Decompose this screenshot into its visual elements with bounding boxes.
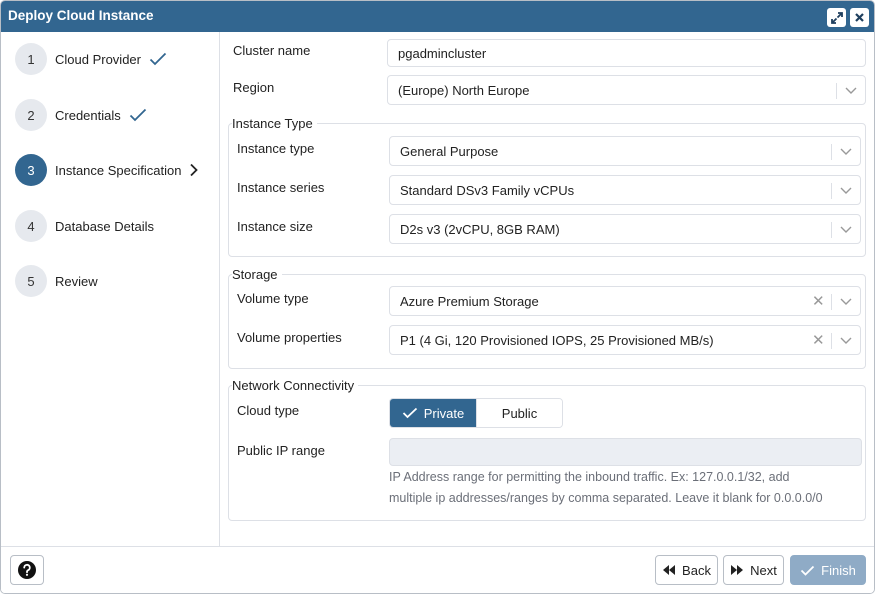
dialog-title: Deploy Cloud Instance bbox=[8, 8, 154, 23]
wizard-steps-sidebar: 1 Cloud Provider 2 Credentials 3 Instanc… bbox=[1, 32, 220, 546]
cloud-type-private-option[interactable]: Private bbox=[390, 399, 476, 427]
back-button[interactable]: Back bbox=[655, 555, 718, 585]
chevron-down-icon bbox=[840, 298, 852, 305]
step-instance-specification[interactable]: 3 Instance Specification bbox=[15, 154, 215, 186]
storage-legend: Storage bbox=[232, 267, 282, 282]
chevron-down-icon bbox=[845, 87, 857, 94]
select-separator bbox=[831, 222, 832, 238]
help-line-1: IP Address range for permitting the inbo… bbox=[389, 470, 790, 484]
question-circle-icon bbox=[18, 561, 36, 579]
instance-size-value: D2s v3 (2vCPU, 8GB RAM) bbox=[400, 222, 560, 237]
backward-icon bbox=[663, 565, 676, 575]
select-separator bbox=[836, 83, 837, 99]
chevron-down-icon bbox=[840, 226, 852, 233]
cloud-type-toggle: Private Public bbox=[389, 398, 563, 428]
expand-icon bbox=[830, 11, 843, 24]
chevron-down-icon bbox=[840, 337, 852, 344]
chevron-down-icon bbox=[840, 187, 852, 194]
step-label: Credentials bbox=[55, 107, 121, 123]
volume-type-value: Azure Premium Storage bbox=[400, 294, 539, 309]
instance-series-value: Standard DSv3 Family vCPUs bbox=[400, 183, 575, 198]
forward-icon bbox=[731, 565, 744, 575]
public-ip-range-help: IP Address range for permitting the inbo… bbox=[389, 467, 859, 509]
back-button-label: Back bbox=[682, 562, 711, 578]
select-separator bbox=[831, 294, 832, 310]
region-select[interactable]: (Europe) North Europe bbox=[387, 75, 866, 105]
instance-type-select[interactable]: General Purpose bbox=[389, 136, 861, 166]
instance-series-select[interactable]: Standard DSv3 Family vCPUs bbox=[389, 175, 861, 205]
network-connectivity-legend: Network Connectivity bbox=[232, 378, 359, 393]
next-button-label: Next bbox=[750, 562, 777, 578]
next-button[interactable]: Next bbox=[723, 555, 784, 585]
cloud-type-public-label: Public bbox=[501, 405, 538, 421]
cluster-name-value: pgadmincluster bbox=[398, 46, 487, 61]
instance-type-value: General Purpose bbox=[400, 144, 499, 159]
deploy-cloud-instance-dialog: Deploy Cloud Instance 1 Cloud Provider 2… bbox=[0, 0, 875, 594]
step-review[interactable]: 5 Review bbox=[15, 265, 215, 297]
dialog-titlebar[interactable]: Deploy Cloud Instance bbox=[1, 1, 874, 32]
select-separator bbox=[831, 144, 832, 160]
select-separator bbox=[831, 333, 832, 349]
public-ip-range-label: Public IP range bbox=[237, 443, 325, 458]
volume-type-select[interactable]: Azure Premium Storage ✕ bbox=[389, 286, 861, 316]
chevron-right-icon bbox=[189, 163, 199, 177]
cloud-type-private-label: Private bbox=[423, 405, 465, 421]
instance-size-select[interactable]: D2s v3 (2vCPU, 8GB RAM) bbox=[389, 214, 861, 244]
volume-properties-label: Volume properties bbox=[237, 330, 342, 345]
chevron-down-icon bbox=[840, 148, 852, 155]
instance-series-label: Instance series bbox=[237, 180, 325, 195]
help-button[interactable] bbox=[10, 555, 44, 585]
step-number: 1 bbox=[15, 43, 47, 75]
dialog-footer: Back Next Finish bbox=[1, 546, 874, 593]
close-icon bbox=[855, 13, 864, 22]
step-number: 4 bbox=[15, 210, 47, 242]
check-icon bbox=[402, 407, 417, 419]
step-number: 5 bbox=[15, 265, 47, 297]
cluster-name-input[interactable]: pgadmincluster bbox=[387, 39, 866, 67]
check-icon bbox=[129, 108, 147, 122]
help-line-2: multiple ip addresses/ranges by comma se… bbox=[389, 491, 823, 505]
cloud-type-label: Cloud type bbox=[237, 403, 300, 418]
check-icon bbox=[149, 52, 167, 66]
select-separator bbox=[831, 183, 832, 199]
volume-properties-value: P1 (4 Gi, 120 Provisioned IOPS, 25 Provi… bbox=[400, 333, 714, 348]
step-credentials[interactable]: 2 Credentials bbox=[15, 99, 215, 131]
finish-button-label: Finish bbox=[821, 562, 856, 578]
maximize-button[interactable] bbox=[827, 8, 846, 27]
public-ip-range-input[interactable] bbox=[389, 438, 862, 466]
instance-size-label: Instance size bbox=[237, 219, 313, 234]
step-cloud-provider[interactable]: 1 Cloud Provider bbox=[15, 43, 215, 75]
clear-icon[interactable]: ✕ bbox=[812, 292, 826, 310]
region-value: (Europe) North Europe bbox=[398, 83, 530, 98]
instance-type-label: Instance type bbox=[237, 141, 315, 156]
step-database-details[interactable]: 4 Database Details bbox=[15, 210, 215, 242]
instance-type-legend: Instance Type bbox=[232, 116, 317, 131]
step-label: Instance Specification bbox=[55, 162, 182, 178]
cluster-name-label: Cluster name bbox=[233, 43, 311, 58]
step-number: 2 bbox=[15, 99, 47, 131]
region-label: Region bbox=[233, 80, 275, 95]
instance-specification-form: Cluster name pgadmincluster Region (Euro… bbox=[221, 32, 874, 546]
step-label: Database Details bbox=[55, 218, 154, 234]
step-label: Cloud Provider bbox=[55, 51, 141, 67]
cloud-type-public-option[interactable]: Public bbox=[476, 399, 562, 427]
volume-properties-select[interactable]: P1 (4 Gi, 120 Provisioned IOPS, 25 Provi… bbox=[389, 325, 861, 355]
step-label: Review bbox=[55, 273, 98, 289]
clear-icon[interactable]: ✕ bbox=[812, 331, 826, 349]
close-button[interactable] bbox=[850, 8, 869, 27]
finish-button[interactable]: Finish bbox=[790, 555, 866, 585]
step-number: 3 bbox=[15, 154, 47, 186]
check-icon bbox=[801, 565, 815, 576]
volume-type-label: Volume type bbox=[237, 291, 309, 306]
